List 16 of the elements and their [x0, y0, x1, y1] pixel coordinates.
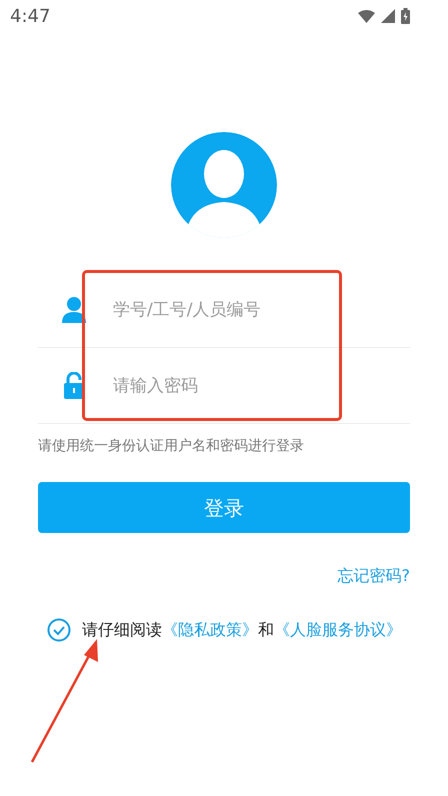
battery-icon	[401, 8, 410, 24]
signal-icon	[381, 9, 395, 23]
login-hint: 请使用统一身份认证用户名和密码进行登录	[38, 437, 305, 456]
privacy-policy-link[interactable]: 《隐私政策》	[162, 620, 258, 639]
login-button[interactable]: 登录	[38, 482, 410, 533]
agreement-text: 请仔细阅读《隐私政策》和《人脸服务协议》	[82, 619, 402, 641]
agreement-checkbox[interactable]	[47, 618, 71, 642]
status-time: 4:47	[10, 4, 50, 28]
lock-icon	[64, 372, 84, 399]
person-icon	[62, 296, 86, 322]
password-field[interactable]: 请输入密码	[113, 364, 410, 408]
forgot-password-link[interactable]: 忘记密码?	[338, 564, 410, 588]
wifi-icon	[358, 10, 375, 22]
account-field[interactable]: 学号/工号/人员编号	[113, 288, 410, 332]
avatar-icon	[171, 132, 277, 238]
service-agreement-link[interactable]: 《人脸服务协议》	[274, 620, 402, 639]
